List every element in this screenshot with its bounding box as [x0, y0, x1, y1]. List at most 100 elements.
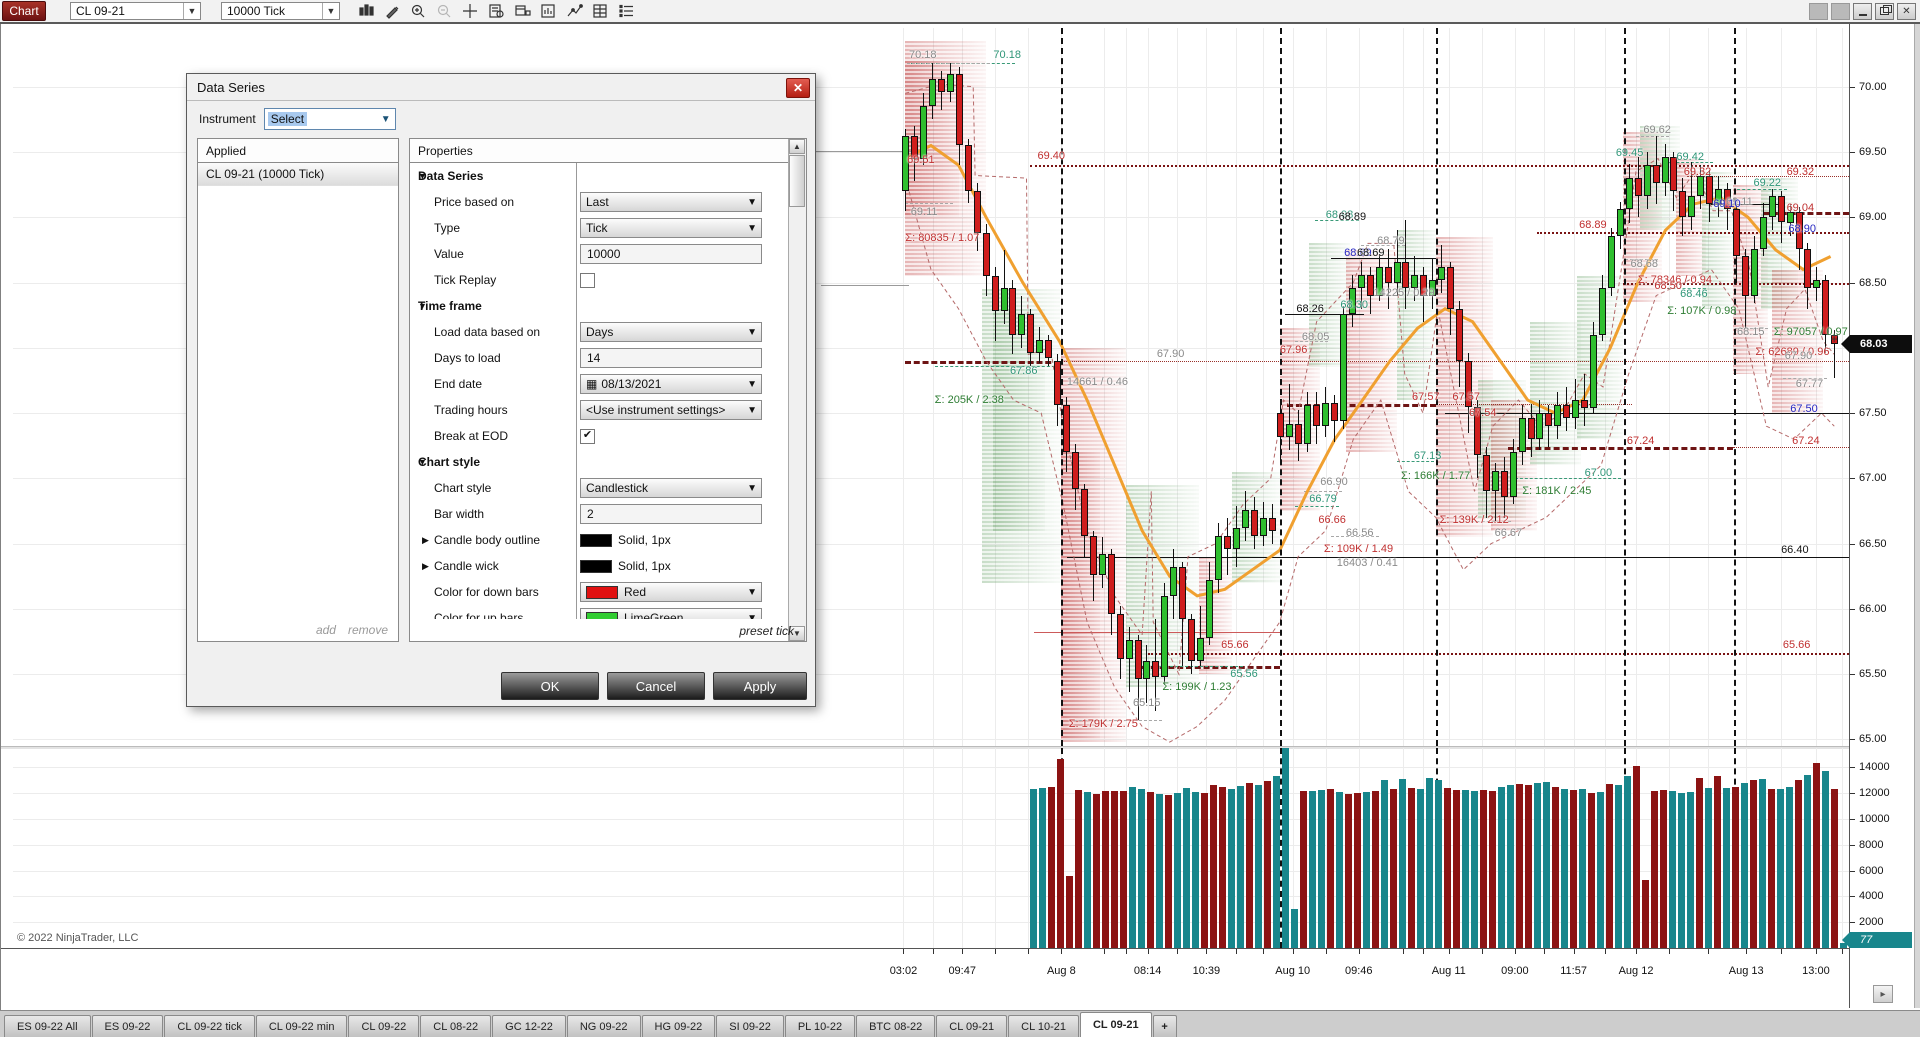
volume-bar: [1263, 780, 1271, 948]
candle-body: [1652, 165, 1660, 184]
scroll-up-icon[interactable]: ▲: [789, 139, 805, 154]
toolbar-period-combo[interactable]: 10000 Tick ▼: [221, 2, 340, 20]
workspace-tab-es-09-22[interactable]: ES 09-22: [91, 1015, 164, 1037]
price-annotation: 67.96: [1279, 344, 1308, 357]
volume-bar: [1803, 775, 1811, 948]
instrument-select[interactable]: Select ▼: [263, 108, 396, 130]
close-icon[interactable]: ✕: [1897, 2, 1916, 20]
candle-body: [1599, 287, 1606, 335]
property-dropdown[interactable]: Last ▼: [580, 192, 762, 212]
candle-body: [1179, 567, 1187, 620]
property-dropdown[interactable]: Days ▼: [580, 322, 762, 342]
expand-triangle-icon[interactable]: ▶: [422, 561, 429, 572]
collapse-triangle-icon[interactable]: ▼: [418, 171, 427, 181]
apply-button[interactable]: Apply: [713, 672, 807, 700]
analyzer-grid-icon[interactable]: [590, 2, 610, 20]
property-dropdown[interactable]: Red ▼: [580, 582, 762, 602]
workspace-tab-btc-08-22[interactable]: BTC 08-22: [856, 1015, 936, 1037]
collapse-triangle-icon[interactable]: ▼: [418, 301, 427, 311]
add-tab-button[interactable]: +: [1152, 1015, 1177, 1037]
price-axis[interactable]: 70.00 69.50 69.00 68.50 67.50 67.00 66.50 66.00…: [1841, 28, 1914, 746]
workspace-tab-cl-09-22-tick[interactable]: CL 09-22 tick: [164, 1015, 255, 1037]
line-style-swatch[interactable]: [580, 533, 612, 547]
volume-pane[interactable]: [13, 748, 1849, 949]
chart-menu-button[interactable]: Chart: [2, 1, 46, 21]
data-box-icon[interactable]: [486, 2, 506, 20]
workspace-tab-es-09-22-all[interactable]: ES 09-22 All: [4, 1015, 91, 1037]
price-annotation: 68.26: [1296, 302, 1324, 315]
toolbar: Chart CL 09-21 ▼ 10000 Tick ▼ ✕: [0, 0, 1920, 24]
restore-icon[interactable]: [1875, 2, 1894, 20]
price-annotation: 65.66: [1782, 639, 1811, 652]
property-dropdown[interactable]: Tick ▼: [580, 218, 762, 238]
candle-body: [1527, 418, 1535, 440]
properties-scrollbar[interactable]: ▲ ▼: [788, 139, 806, 641]
workspace-tab-ng-09-22[interactable]: NG 09-22: [566, 1015, 641, 1037]
volume-bar: [1407, 788, 1415, 948]
time-tick: [1103, 949, 1105, 954]
chart-type-icon[interactable]: [356, 2, 376, 20]
workspace-tab-gc-12-22[interactable]: GC 12-22: [492, 1015, 566, 1037]
property-checkbox[interactable]: ✔: [580, 428, 595, 444]
property-input[interactable]: 14: [580, 348, 762, 368]
time-tick: [1206, 949, 1208, 954]
candle-body: [1241, 509, 1249, 528]
zoom-in-icon[interactable]: [408, 2, 428, 20]
cancel-button[interactable]: Cancel: [607, 672, 705, 700]
toolbar-instrument-combo[interactable]: CL 09-21 ▼: [70, 2, 201, 20]
indicator-window-icon[interactable]: [538, 2, 558, 20]
time-axis[interactable]: 03:02 09:47 Aug 8 08:14 10:39 Aug 10 09:46 Aug …: [1, 948, 1893, 1007]
volume-bar: [1632, 766, 1640, 948]
collapse-triangle-icon[interactable]: ▼: [418, 457, 427, 467]
workspace-tab-hg-09-22[interactable]: HG 09-22: [641, 1015, 716, 1037]
price-annotation: Σ: 109K / 1.49: [1323, 542, 1394, 555]
workspace-tab-cl-09-21[interactable]: CL 09-21: [1079, 1012, 1152, 1037]
expand-triangle-icon[interactable]: ▶: [422, 535, 429, 546]
property-dropdown[interactable]: ▦ 08/13/2021 ▼: [580, 374, 762, 394]
property-input[interactable]: 2: [580, 504, 762, 524]
preset-link[interactable]: preset tick: [739, 624, 794, 638]
workspace-tab-cl-10-21[interactable]: CL 10-21: [1008, 1015, 1079, 1037]
price-annotation: 66.90: [1320, 476, 1348, 489]
volume-bar: [1326, 789, 1334, 948]
workspace-tab-cl-09-22[interactable]: CL 09-22: [348, 1015, 420, 1037]
ok-button[interactable]: OK: [501, 672, 599, 700]
property-dropdown[interactable]: LimeGreen ▼: [580, 608, 762, 619]
workspace-tab-cl-08-22[interactable]: CL 08-22: [420, 1015, 492, 1037]
property-input[interactable]: 10000: [580, 244, 762, 264]
property-control: Tick ▼: [580, 218, 762, 238]
price-annotation: 66.40: [1781, 544, 1809, 557]
crosshair-icon[interactable]: [460, 2, 480, 20]
time-label: 13:00: [1802, 965, 1830, 977]
volume-bar: [1731, 786, 1739, 948]
applied-series-item[interactable]: CL 09-21 (10000 Tick): [198, 163, 398, 186]
trendline-icon[interactable]: [564, 2, 584, 20]
line-style-swatch[interactable]: [580, 559, 612, 573]
property-dropdown[interactable]: Candlestick ▼: [580, 478, 762, 498]
draw-pencil-icon[interactable]: [382, 2, 402, 20]
time-nav-arrow[interactable]: ▸: [1873, 985, 1893, 1003]
workspace-tab-cl-09-21[interactable]: CL 09-21: [936, 1015, 1008, 1037]
chevron-down-icon: ▼: [747, 222, 757, 234]
volume-tick-label: 6000: [1859, 864, 1884, 877]
scrollbar-thumb[interactable]: [789, 155, 805, 207]
workspace-tab-pl-10-22[interactable]: PL 10-22: [784, 1015, 856, 1037]
property-dropdown[interactable]: <Use instrument settings> ▼: [580, 400, 762, 420]
window-layout-icon[interactable]: [512, 2, 532, 20]
price-annotation: 67.24: [1626, 434, 1655, 447]
volume-axis[interactable]: 14000 12000 10000 8000 6000 4000 2000 77: [1842, 748, 1914, 948]
volume-bar: [1371, 790, 1379, 948]
minimize-icon[interactable]: [1853, 2, 1872, 20]
dialog-close-button[interactable]: ✕: [786, 78, 810, 98]
price-annotation: 67.50: [1790, 403, 1818, 416]
workspace-tab-si-09-22[interactable]: SI 09-22: [716, 1015, 784, 1037]
candle-body: [1286, 423, 1294, 437]
price-annotation: 67.54: [1468, 407, 1497, 420]
candle-wick: [1128, 627, 1130, 693]
add-link[interactable]: add: [316, 623, 336, 637]
list-menu-icon[interactable]: [616, 2, 636, 20]
zoom-out-icon[interactable]: [434, 2, 454, 20]
workspace-tab-cl-09-22-min[interactable]: CL 09-22 min: [255, 1015, 348, 1037]
property-checkbox[interactable]: [580, 272, 595, 288]
remove-link[interactable]: remove: [348, 623, 388, 637]
